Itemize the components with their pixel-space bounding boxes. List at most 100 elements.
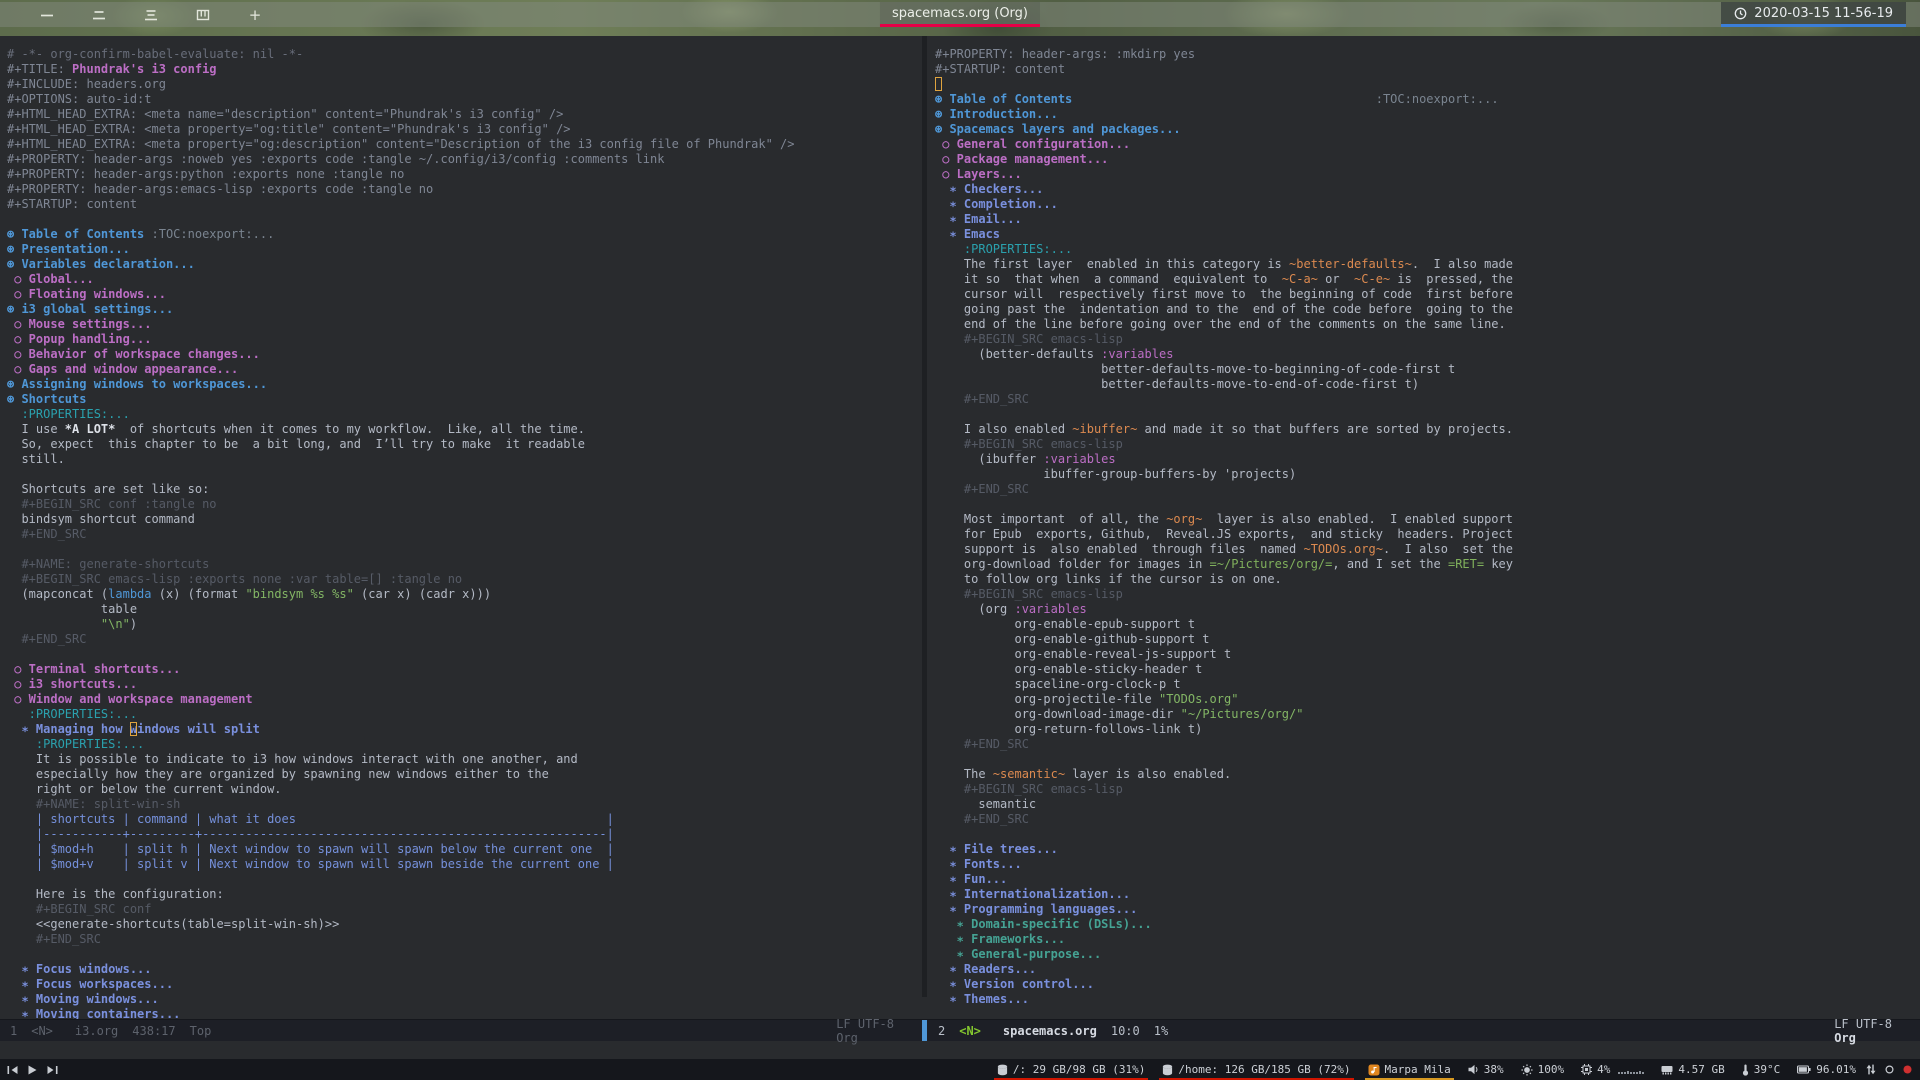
- buffer-line: ∗ Internationalization...: [935, 887, 1131, 901]
- status-dot-icon[interactable]: [1885, 1065, 1894, 1074]
- buffer-line: Shortcuts are set like so:: [7, 482, 210, 496]
- buffer-line: #+HTML_HEAD_EXTRA: <meta property="og:de…: [7, 137, 795, 151]
- modeline-active[interactable]: 2 <N> spacemacs.org 10:0 1% LF UTF-8 Org: [922, 1016, 1920, 1045]
- segment-text: 96.01%: [1816, 1063, 1856, 1076]
- buffer-line: ○ Global...: [7, 272, 94, 286]
- brightness-block[interactable]: 100%: [1521, 1059, 1564, 1080]
- buffer-line: ⊛ Spacemacs layers and packages...: [935, 122, 1181, 136]
- buffer-line: ⊛ Table of Contents :TOC:noexport:...: [935, 92, 1499, 106]
- cpu-block[interactable]: 4%: [1581, 1059, 1645, 1080]
- buffer-line: [7, 872, 919, 887]
- modeline-inactive[interactable]: 1 <N> i3.org 438:17 Top LF UTF-8 Org: [0, 1016, 922, 1045]
- buffer-line: #+BEGIN_SRC emacs-lisp: [935, 437, 1123, 451]
- buffer-line: #+INCLUDE: headers.org: [7, 77, 166, 91]
- buffer-line: org-projectile-file "TODOs.org": [935, 692, 1239, 706]
- buffer-name[interactable]: spacemacs.org: [1003, 1024, 1097, 1038]
- buffer-line: right or below the current window.: [7, 782, 282, 796]
- buffer-line: ○ i3 shortcuts...: [7, 677, 138, 691]
- workspace-add-button[interactable]: +: [246, 2, 264, 27]
- buffer-line: #+END_SRC: [935, 737, 1029, 751]
- buffer-line: #+STARTUP: content: [7, 197, 138, 211]
- buffer-line: (ibuffer :variables: [935, 452, 1116, 466]
- buffer-line: [935, 752, 1913, 767]
- disk-home-block[interactable]: /home: 126 GB/185 GB (72%): [1159, 1059, 1354, 1080]
- buffer-line: #+END_SRC: [935, 482, 1029, 496]
- buffer-line: ∗ Fonts...: [935, 857, 1022, 871]
- buffer-line: #+PROPERTY: header-args: :mkdirp yes: [935, 47, 1196, 61]
- disk-icon: [997, 1064, 1008, 1076]
- buffer-pane-i3-org[interactable]: # -*- org-confirm-babel-evaluate: nil -*…: [7, 47, 919, 1019]
- cursor-position: 10:0: [1110, 1023, 1140, 1038]
- buffer-line: [7, 212, 919, 227]
- buffer-line: ibuffer-group-buffers-by 'projects): [935, 467, 1297, 481]
- bottom-status-bar: /: 29 GB/98 GB (31%) /home: 126 GB/185 GB…: [0, 1059, 1920, 1080]
- system-tray: [1866, 1064, 1920, 1075]
- buffer-line: #+OPTIONS: auto-id:t: [7, 92, 152, 106]
- clock-icon: [1734, 7, 1747, 20]
- buffer-line: ○ Popup handling...: [7, 332, 152, 346]
- workspace-4[interactable]: [194, 2, 212, 27]
- workspace-2[interactable]: [90, 2, 108, 27]
- battery-block[interactable]: 96.01%: [1797, 1059, 1856, 1080]
- major-mode[interactable]: Org: [836, 1031, 858, 1045]
- network-arrows-icon[interactable]: [1866, 1064, 1876, 1075]
- memory-block[interactable]: 4.57 GB: [1661, 1059, 1725, 1080]
- buffer-name[interactable]: i3.org: [75, 1024, 118, 1038]
- buffer-line: org-download folder for images in =~/Pic…: [935, 557, 1513, 571]
- buffer-line: it so that when a command equivalent to …: [935, 272, 1513, 286]
- battery-icon: [1797, 1065, 1811, 1074]
- buffer-line: [7, 947, 919, 962]
- cpu-sparkline: [1618, 1065, 1645, 1074]
- buffer-line: end of the line before going over the en…: [935, 317, 1506, 331]
- buffer-line: I also enabled ~ibuffer~ and made it so …: [935, 422, 1513, 436]
- buffer-line: #+STARTUP: content: [935, 62, 1066, 76]
- buffer-line: bindsym shortcut command: [7, 512, 195, 526]
- encoding-indicator: LF UTF-8: [1834, 1016, 1892, 1031]
- buffer-line: ∗ Domain-specific (DSLs)...: [935, 917, 1152, 931]
- buffer-line: still.: [7, 452, 65, 466]
- buffer-line: to follow org links if the cursor is on …: [935, 572, 1282, 586]
- buffer-line: <<generate-shortcuts(table=split-win-sh)…: [7, 917, 340, 931]
- window-divider[interactable]: [922, 36, 927, 997]
- buffer-line: [935, 407, 1913, 422]
- buffer-line: ∗ Focus windows...: [7, 962, 152, 976]
- window-number: 2: [938, 1023, 946, 1038]
- buffer-line: [935, 827, 1913, 842]
- buffer-line: #+TITLE: Phundrak's i3 config: [7, 62, 217, 76]
- buffer-line: ○ Gaps and window appearance...: [7, 362, 239, 376]
- recording-icon[interactable]: [1903, 1065, 1912, 1074]
- buffer-line: ∗ Fun...: [935, 872, 1008, 886]
- buffer-line: cursor will respectively first move to t…: [935, 287, 1513, 301]
- play-icon[interactable]: [28, 1065, 37, 1075]
- buffer-line: ○ Mouse settings...: [7, 317, 152, 331]
- buffer-line: ⊛ Variables declaration...: [7, 257, 195, 271]
- buffer-line: semantic: [935, 797, 1037, 811]
- buffer-line: org-enable-sticky-header t: [935, 662, 1203, 676]
- temperature-block[interactable]: 39°C: [1742, 1059, 1780, 1080]
- buffer-line: org-download-image-dir "~/Pictures/org/": [935, 707, 1304, 721]
- buffer-line: support is also enabled through files na…: [935, 542, 1513, 556]
- now-playing-block[interactable]: Marpa Mila: [1364, 1059, 1454, 1080]
- encoding-indicator: LF UTF-8: [836, 1016, 894, 1031]
- previous-track-icon[interactable]: [7, 1065, 18, 1075]
- scroll-indicator: Top: [189, 1023, 212, 1038]
- buffer-line: :PROPERTIES:...: [7, 407, 130, 421]
- workspace-1[interactable]: [38, 2, 56, 27]
- cursor-position: 438:17: [132, 1023, 176, 1038]
- workspace-3[interactable]: [142, 2, 160, 27]
- buffer-line: :PROPERTIES:...: [7, 737, 145, 751]
- next-track-icon[interactable]: [47, 1065, 58, 1075]
- clock-text: 2020-03-15 11-56-19: [1754, 5, 1893, 21]
- clock-block[interactable]: 2020-03-15 11-56-19: [1721, 2, 1906, 27]
- major-mode[interactable]: Org: [1834, 1031, 1856, 1045]
- evil-state: <N>: [959, 1023, 981, 1038]
- buffer-line: #+PROPERTY: header-args :noweb yes :expo…: [7, 152, 665, 166]
- buffer-pane-spacemacs-org[interactable]: #+PROPERTY: header-args: :mkdirp yes #+ST…: [935, 47, 1913, 1019]
- buffer-line: ∗ Emacs: [935, 227, 1001, 241]
- volume-block[interactable]: 38%: [1468, 1059, 1504, 1080]
- buffer-line: org-enable-github-support t: [935, 632, 1210, 646]
- buffer-line: ∗ Managing how windows will split: [7, 722, 260, 736]
- buffer-line: [935, 497, 1913, 512]
- disk-root-block[interactable]: /: 29 GB/98 GB (31%): [993, 1059, 1149, 1080]
- buffer-line: especially how they are organized by spa…: [7, 767, 549, 781]
